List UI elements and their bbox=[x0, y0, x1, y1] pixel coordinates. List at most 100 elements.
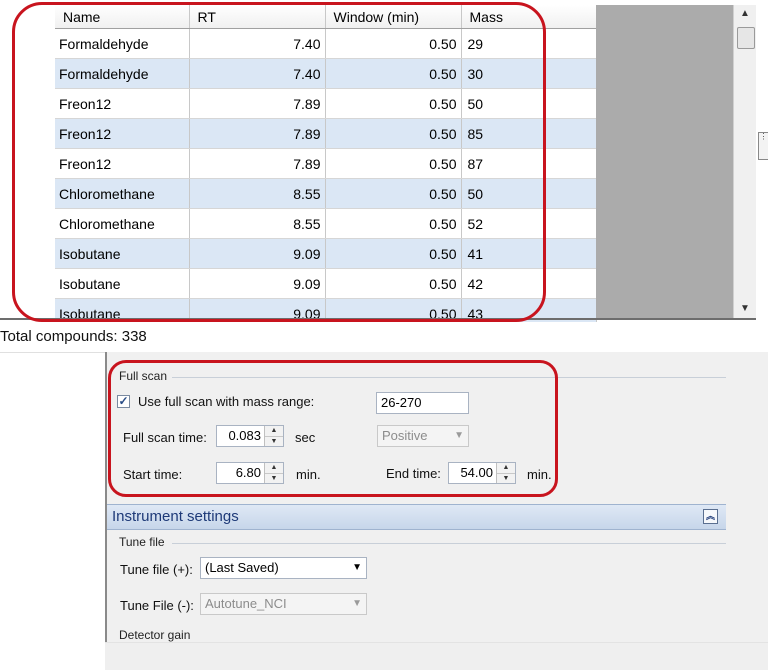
column-header-rt[interactable]: RT bbox=[189, 5, 326, 29]
cell-window[interactable]: 0.50 bbox=[325, 208, 462, 239]
cell-rt[interactable]: 7.89 bbox=[189, 88, 326, 119]
end-time-stepper[interactable]: 54.00 ▲ ▼ bbox=[448, 462, 516, 484]
table-row[interactable]: Isobutane 9.09 0.50 41 bbox=[55, 238, 597, 269]
cell-mass[interactable]: 87 bbox=[461, 148, 597, 179]
grid-bottom-border bbox=[0, 318, 756, 320]
spin-up-icon[interactable]: ▲ bbox=[265, 426, 283, 436]
table-row[interactable]: Freon12 7.89 0.50 85 bbox=[55, 118, 597, 149]
cell-window[interactable]: 0.50 bbox=[325, 118, 462, 149]
cell-mass[interactable]: 50 bbox=[461, 88, 597, 119]
cell-mass[interactable]: 30 bbox=[461, 58, 597, 89]
cell-window[interactable]: 0.50 bbox=[325, 28, 462, 59]
end-time-label: End time: bbox=[386, 466, 441, 481]
tune-file-negative-label: Tune File (-): bbox=[120, 598, 194, 613]
cell-mass[interactable]: 85 bbox=[461, 118, 597, 149]
spin-up-icon[interactable]: ▲ bbox=[497, 463, 515, 473]
table-row[interactable]: Freon12 7.89 0.50 50 bbox=[55, 88, 597, 119]
vertical-scrollbar[interactable]: ▲ ▼ bbox=[733, 5, 756, 318]
cell-window[interactable]: 0.50 bbox=[325, 268, 462, 299]
detector-gain-group-title: Detector gain bbox=[119, 628, 191, 642]
start-time-label: Start time: bbox=[123, 467, 183, 482]
spinner-buttons[interactable]: ▲ ▼ bbox=[496, 463, 515, 483]
cell-rt[interactable]: 7.40 bbox=[189, 28, 326, 59]
end-time-unit: min. bbox=[527, 467, 552, 482]
start-time-stepper[interactable]: 6.80 ▲ ▼ bbox=[216, 462, 284, 484]
use-full-scan-checkbox[interactable]: ✓ bbox=[117, 395, 130, 408]
polarity-value: Positive bbox=[382, 428, 428, 443]
column-header-name[interactable]: Name bbox=[55, 5, 190, 29]
cell-window[interactable]: 0.50 bbox=[325, 88, 462, 119]
cell-rt[interactable]: 7.89 bbox=[189, 148, 326, 179]
cell-mass[interactable]: 50 bbox=[461, 178, 597, 209]
table-row[interactable]: Formaldehyde 7.40 0.50 29 bbox=[55, 28, 597, 59]
panel-footer bbox=[105, 642, 768, 670]
start-time-value: 6.80 bbox=[235, 465, 261, 480]
compound-grid: Name RT Window (min) Mass Formaldehyde 7… bbox=[0, 0, 768, 329]
cell-rt[interactable]: 7.40 bbox=[189, 58, 326, 89]
collapse-icon[interactable]: ︽ bbox=[703, 509, 718, 524]
splitter-area bbox=[756, 0, 768, 320]
full-scan-time-stepper[interactable]: 0.083 ▲ ▼ bbox=[216, 425, 284, 447]
cell-name[interactable]: Formaldehyde bbox=[55, 58, 190, 89]
cell-name[interactable]: Isobutane bbox=[55, 268, 190, 299]
total-compounds-label: Total compounds: 338 bbox=[0, 322, 768, 353]
cell-window[interactable]: 0.50 bbox=[325, 178, 462, 209]
instrument-settings-title: Instrument settings bbox=[112, 508, 239, 525]
chevron-down-icon: ▼ bbox=[352, 562, 362, 573]
cell-rt[interactable]: 9.09 bbox=[189, 238, 326, 269]
scrollbar-thumb[interactable] bbox=[737, 27, 755, 49]
end-time-value: 54.00 bbox=[460, 465, 493, 480]
table-row[interactable]: Freon12 7.89 0.50 87 bbox=[55, 148, 597, 179]
group-divider bbox=[172, 543, 726, 544]
cell-window[interactable]: 0.50 bbox=[325, 58, 462, 89]
full-scan-time-unit: sec bbox=[295, 430, 316, 445]
tune-file-negative-dropdown[interactable]: Autotune_NCI ▼ bbox=[200, 593, 367, 615]
spinner-buttons[interactable]: ▲ ▼ bbox=[264, 426, 283, 446]
column-header-mass[interactable]: Mass bbox=[461, 5, 597, 29]
tune-file-positive-dropdown[interactable]: (Last Saved) ▼ bbox=[200, 557, 367, 579]
tune-file-positive-label: Tune file (+): bbox=[120, 562, 193, 577]
cell-name[interactable]: Freon12 bbox=[55, 88, 190, 119]
scroll-down-icon[interactable]: ▼ bbox=[734, 300, 756, 318]
cell-rt[interactable]: 8.55 bbox=[189, 208, 326, 239]
polarity-dropdown[interactable]: Positive ▼ bbox=[377, 425, 469, 447]
cell-window[interactable]: 0.50 bbox=[325, 238, 462, 269]
tune-file-group-title: Tune file bbox=[119, 535, 165, 549]
full-scan-time-label: Full scan time: bbox=[123, 430, 207, 445]
cell-rt[interactable]: 7.89 bbox=[189, 118, 326, 149]
scroll-up-icon[interactable]: ▲ bbox=[734, 5, 756, 23]
cell-mass[interactable]: 52 bbox=[461, 208, 597, 239]
spin-down-icon[interactable]: ▼ bbox=[265, 473, 283, 484]
cell-name[interactable]: Isobutane bbox=[55, 238, 190, 269]
cell-mass[interactable]: 41 bbox=[461, 238, 597, 269]
panel-left-border bbox=[105, 352, 107, 642]
table-row[interactable]: Isobutane 9.09 0.50 42 bbox=[55, 268, 597, 299]
group-divider bbox=[172, 377, 726, 378]
full-scan-time-value: 0.083 bbox=[228, 428, 261, 443]
table-header-row: Name RT Window (min) Mass bbox=[55, 5, 597, 29]
instrument-settings-header[interactable]: Instrument settings ︽ bbox=[107, 504, 726, 530]
cell-mass[interactable]: 29 bbox=[461, 28, 597, 59]
tune-file-negative-value: Autotune_NCI bbox=[205, 596, 287, 611]
spinner-buttons[interactable]: ▲ ▼ bbox=[264, 463, 283, 483]
mass-range-input[interactable]: 26-270 bbox=[376, 392, 469, 414]
spin-up-icon[interactable]: ▲ bbox=[265, 463, 283, 473]
table-row[interactable]: Chloromethane 8.55 0.50 52 bbox=[55, 208, 597, 239]
spin-down-icon[interactable]: ▼ bbox=[497, 473, 515, 484]
cell-window[interactable]: 0.50 bbox=[325, 148, 462, 179]
row-header-column[interactable] bbox=[0, 5, 56, 318]
cell-name[interactable]: Chloromethane bbox=[55, 178, 190, 209]
table-row[interactable]: Formaldehyde 7.40 0.50 30 bbox=[55, 58, 597, 89]
cell-rt[interactable]: 8.55 bbox=[189, 178, 326, 209]
cell-name[interactable]: Freon12 bbox=[55, 118, 190, 149]
compound-table: Name RT Window (min) Mass Formaldehyde 7… bbox=[55, 5, 597, 329]
column-header-window[interactable]: Window (min) bbox=[325, 5, 462, 29]
cell-name[interactable]: Freon12 bbox=[55, 148, 190, 179]
spin-down-icon[interactable]: ▼ bbox=[265, 436, 283, 447]
splitter-grip-icon[interactable]: ⋮ bbox=[758, 132, 768, 160]
cell-name[interactable]: Formaldehyde bbox=[55, 28, 190, 59]
table-row[interactable]: Chloromethane 8.55 0.50 50 bbox=[55, 178, 597, 209]
cell-name[interactable]: Chloromethane bbox=[55, 208, 190, 239]
cell-rt[interactable]: 9.09 bbox=[189, 268, 326, 299]
cell-mass[interactable]: 42 bbox=[461, 268, 597, 299]
